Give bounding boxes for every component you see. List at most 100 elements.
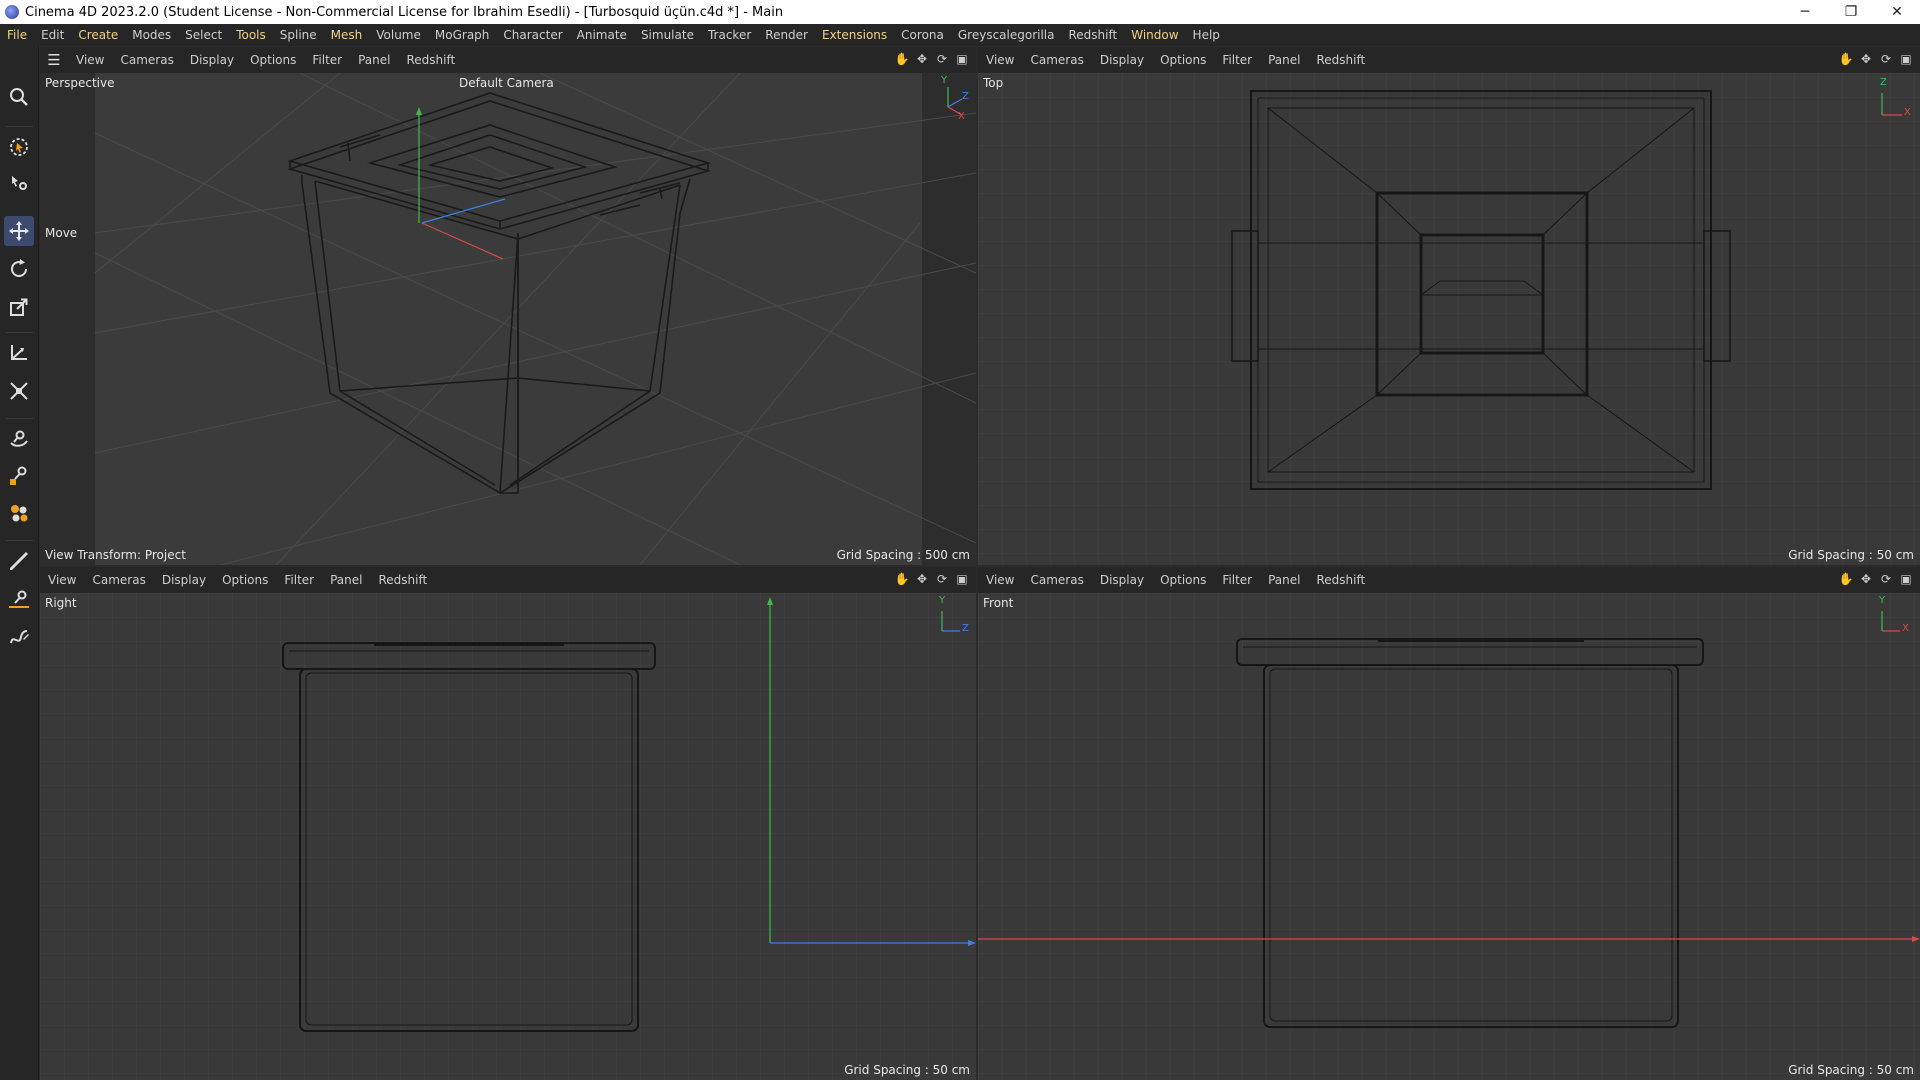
viewport-canvas[interactable]: Y X Front Grid Spacing : 50 cm	[978, 593, 1920, 1080]
viewport-menu-options[interactable]: Options	[214, 573, 276, 587]
scale-tool[interactable]	[4, 292, 34, 322]
viewport-menu-display[interactable]: Display	[1092, 53, 1152, 67]
menu-extensions[interactable]: Extensions	[815, 28, 894, 42]
viewport-canvas[interactable]: Y Z Right Grid Spacing : 50 cm	[40, 593, 976, 1080]
menu-window[interactable]: Window	[1124, 28, 1185, 42]
viewport-menu-filter[interactable]: Filter	[1214, 53, 1260, 67]
maximize-button[interactable]: ❐	[1828, 0, 1874, 24]
viewport-menu-panel[interactable]: Panel	[1260, 573, 1308, 587]
viewport-menu-options[interactable]: Options	[1152, 53, 1214, 67]
hamburger-menu-icon[interactable]: ☰	[40, 47, 68, 73]
menu-help[interactable]: Help	[1186, 28, 1227, 42]
menu-create[interactable]: Create	[71, 28, 125, 42]
scale-multiple-tool[interactable]	[4, 376, 34, 406]
rotate-tool[interactable]	[4, 254, 34, 284]
maximize-icon[interactable]: ▣	[1898, 51, 1914, 67]
menu-tracker[interactable]: Tracker	[701, 28, 758, 42]
viewport-menu-display[interactable]: Display	[182, 53, 242, 67]
menu-edit[interactable]: Edit	[34, 28, 71, 42]
viewport-menu-panel[interactable]: Panel	[350, 53, 398, 67]
tweak-tool[interactable]	[4, 168, 34, 198]
viewport-menu-options[interactable]: Options	[242, 53, 304, 67]
move-cross-icon[interactable]: ✥	[1858, 51, 1874, 67]
viewport-perspective[interactable]: ☰ View Cameras Display Options Filter Pa…	[40, 47, 976, 565]
viewport-menu-view[interactable]: View	[40, 573, 84, 587]
viewport-canvas[interactable]: Y Z X Perspective Default Camera Move Vi…	[40, 73, 976, 565]
menu-spline[interactable]: Spline	[273, 28, 324, 42]
rotate-icon[interactable]: ⟳	[1878, 51, 1894, 67]
viewport-menu-filter[interactable]: Filter	[1214, 573, 1260, 587]
viewport-menu-cameras[interactable]: Cameras	[112, 53, 181, 67]
search-tool[interactable]	[4, 82, 34, 112]
menu-corona[interactable]: Corona	[894, 28, 951, 42]
menu-greyscalegorilla[interactable]: Greyscalegorilla	[951, 28, 1062, 42]
move-cross-icon[interactable]: ✥	[914, 51, 930, 67]
viewport-menu-filter[interactable]: Filter	[304, 53, 350, 67]
viewport-right[interactable]: View Cameras Display Options Filter Pane…	[40, 567, 976, 1080]
select-tool[interactable]	[4, 132, 34, 162]
menu-volume[interactable]: Volume	[369, 28, 428, 42]
viewport-front[interactable]: View Cameras Display Options Filter Pane…	[978, 567, 1920, 1080]
maximize-icon[interactable]: ▣	[954, 51, 970, 67]
menu-file[interactable]: File	[0, 28, 34, 42]
hand-icon[interactable]: ✋	[1838, 51, 1854, 67]
viewport-menu-cameras[interactable]: Cameras	[84, 573, 153, 587]
maximize-icon[interactable]: ▣	[954, 571, 970, 587]
move-tool[interactable]	[4, 216, 34, 246]
axis-label-y: Y	[941, 75, 948, 86]
menu-simulate[interactable]: Simulate	[634, 28, 701, 42]
paint-tool[interactable]	[4, 460, 34, 490]
menu-redshift[interactable]: Redshift	[1062, 28, 1125, 42]
hand-icon[interactable]: ✋	[1838, 571, 1854, 587]
viewport-menu-view[interactable]: View	[978, 573, 1022, 587]
viewport-menu-redshift[interactable]: Redshift	[370, 573, 435, 587]
rotate-icon[interactable]: ⟳	[934, 51, 950, 67]
viewport-menu-cameras[interactable]: Cameras	[1022, 573, 1091, 587]
viewport-menu-panel[interactable]: Panel	[1260, 53, 1308, 67]
viewport-menu-redshift[interactable]: Redshift	[1308, 53, 1373, 67]
viewport-menu-panel[interactable]: Panel	[322, 573, 370, 587]
viewport-menu-filter[interactable]: Filter	[276, 573, 322, 587]
knife-brush-icon	[10, 552, 28, 570]
menu-character[interactable]: Character	[496, 28, 569, 42]
menu-animate[interactable]: Animate	[570, 28, 634, 42]
hand-icon[interactable]: ✋	[894, 51, 910, 67]
viewport-menu-display[interactable]: Display	[154, 573, 214, 587]
paint-vertex-tool[interactable]	[4, 498, 34, 528]
viewport-canvas[interactable]: Z X Top Grid Spacing : 50 cm	[978, 73, 1920, 565]
menu-render[interactable]: Render	[758, 28, 815, 42]
rotate-icon[interactable]: ⟳	[1878, 571, 1894, 587]
viewport-menu-view[interactable]: View	[68, 53, 112, 67]
menu-modes[interactable]: Modes	[125, 28, 178, 42]
menu-tools[interactable]: Tools	[229, 28, 273, 42]
transfer-tool[interactable]	[4, 338, 34, 368]
viewport-menu-view[interactable]: View	[978, 53, 1022, 67]
line-cut-tool[interactable]	[4, 584, 34, 614]
viewport-nav-icons: ✋ ✥ ⟳ ▣	[1838, 51, 1914, 67]
minimize-button[interactable]: ─	[1782, 0, 1828, 24]
title-bar: Cinema 4D 2023.2.0 (Student License - No…	[0, 0, 1920, 24]
viewport-menu-redshift[interactable]: Redshift	[398, 53, 463, 67]
menu-select[interactable]: Select	[178, 28, 229, 42]
hand-icon[interactable]: ✋	[894, 571, 910, 587]
rotate-icon	[11, 259, 27, 277]
scale-icon	[10, 298, 28, 316]
viewport-menu-options[interactable]: Options	[1152, 573, 1214, 587]
menu-mesh[interactable]: Mesh	[324, 28, 370, 42]
close-button[interactable]: ✕	[1874, 0, 1920, 24]
spline-tool[interactable]	[4, 622, 34, 652]
viewport-top[interactable]: View Cameras Display Options Filter Pane…	[978, 47, 1920, 565]
default-camera-label[interactable]: Default Camera	[459, 76, 554, 90]
maximize-icon[interactable]: ▣	[1898, 571, 1914, 587]
multi-scale-icon	[10, 382, 28, 400]
brush-tool[interactable]	[4, 546, 34, 576]
move-cross-icon[interactable]: ✥	[1858, 571, 1874, 587]
viewport-menu-display[interactable]: Display	[1092, 573, 1152, 587]
cinema4d-logo-icon	[5, 5, 19, 19]
menu-mograph[interactable]: MoGraph	[428, 28, 497, 42]
rotate-icon[interactable]: ⟳	[934, 571, 950, 587]
viewport-menu-redshift[interactable]: Redshift	[1308, 573, 1373, 587]
sculpt-tool[interactable]	[4, 424, 34, 454]
viewport-menu-cameras[interactable]: Cameras	[1022, 53, 1091, 67]
move-cross-icon[interactable]: ✥	[914, 571, 930, 587]
